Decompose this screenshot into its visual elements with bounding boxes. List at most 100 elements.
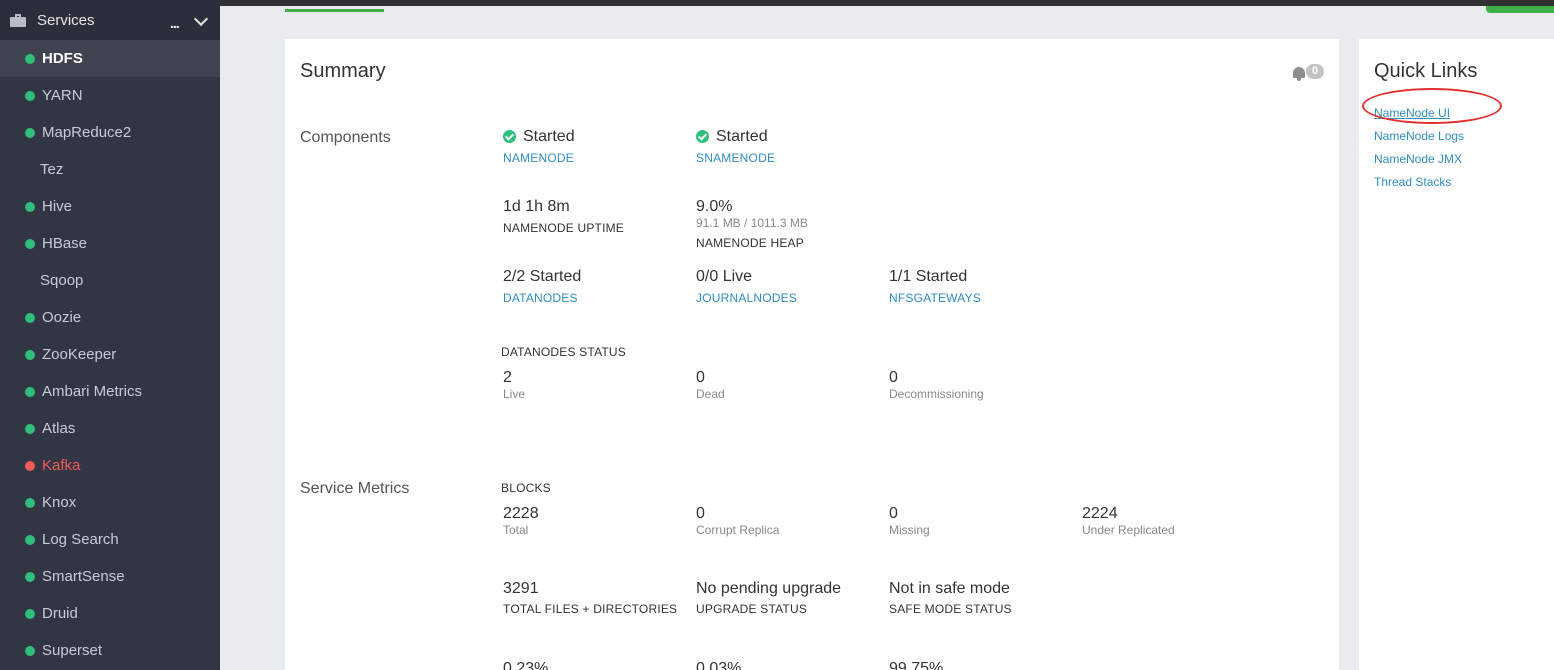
sidebar-item-druid[interactable]: Druid bbox=[0, 595, 220, 632]
namenode-status-text: Started bbox=[523, 128, 575, 145]
sidebar-item-label: Hive bbox=[42, 198, 73, 215]
status-dot-icon bbox=[25, 497, 35, 508]
status-dot-icon bbox=[25, 460, 35, 471]
sidebar-item-label: SmartSense bbox=[42, 568, 125, 585]
datanodes-link[interactable]: DATANODES bbox=[503, 291, 581, 305]
datanodes-live: 2 Live bbox=[503, 368, 525, 401]
alerts-bell[interactable]: 0 bbox=[1293, 64, 1325, 82]
live-label: Live bbox=[503, 387, 526, 401]
blocks-missing: 0 Missing bbox=[889, 504, 930, 537]
blocks-corrupt-value: 0 bbox=[696, 505, 705, 522]
sidebar-item-hbase[interactable]: HBase bbox=[0, 225, 220, 262]
blocks-missing-value: 0 bbox=[889, 505, 898, 522]
blocks-total-value: 2228 bbox=[503, 505, 539, 522]
components-label: Components bbox=[300, 129, 391, 146]
partial-metric-2: 0.03% bbox=[696, 660, 742, 670]
sidebar-item-ambari-metrics[interactable]: Ambari Metrics bbox=[0, 373, 220, 410]
safemode-value: Not in safe mode bbox=[889, 580, 1010, 597]
snamenode-status: Started SNAMENODE bbox=[696, 127, 775, 165]
sidebar-item-hive[interactable]: Hive bbox=[0, 188, 220, 225]
upgrade-status: No pending upgrade UPGRADE STATUS bbox=[696, 579, 841, 616]
safemode-label: SAFE MODE STATUS bbox=[889, 602, 1012, 616]
blocks-missing-label: Missing bbox=[889, 523, 930, 537]
nfsgateways-value: 1/1 Started bbox=[889, 268, 968, 285]
namenode-logs-link[interactable]: NameNode Logs bbox=[1374, 129, 1464, 143]
namenode-link[interactable]: NAMENODE bbox=[503, 151, 575, 165]
status-dot-icon bbox=[25, 349, 35, 360]
status-dot-icon bbox=[25, 386, 35, 397]
dead-value: 0 bbox=[696, 369, 705, 386]
status-dot-icon bbox=[25, 276, 35, 286]
files-value: 3291 bbox=[503, 580, 539, 597]
chevron-down-icon[interactable] bbox=[193, 11, 209, 27]
nfsgateways-link[interactable]: NFSGATEWAYS bbox=[889, 291, 981, 305]
files-label: TOTAL FILES + DIRECTORIES bbox=[503, 602, 678, 616]
nfsgateways-summary: 1/1 Started NFSGATEWAYS bbox=[889, 267, 981, 305]
sidebar-item-label: Oozie bbox=[42, 309, 82, 326]
sidebar-item-label: HDFS bbox=[42, 50, 83, 67]
namenode-status: Started NAMENODE bbox=[503, 127, 575, 165]
snamenode-link[interactable]: SNAMENODE bbox=[696, 151, 775, 165]
sidebar-item-tez[interactable]: Tez bbox=[0, 151, 220, 188]
datanodes-dead: 0 Dead bbox=[696, 368, 725, 401]
datanodes-value: 2/2 Started bbox=[503, 268, 582, 285]
sidebar-item-label: Ambari Metrics bbox=[42, 383, 143, 400]
status-dot-icon bbox=[25, 201, 35, 212]
safe-mode-status: Not in safe mode SAFE MODE STATUS bbox=[889, 579, 1012, 616]
status-dot-icon bbox=[25, 534, 35, 545]
sidebar-item-label: MapReduce2 bbox=[42, 124, 132, 141]
sidebar-item-label: ZooKeeper bbox=[42, 346, 117, 363]
namenode-heap: 9.0% 91.1 MB / 1011.3 MB NAMENODE HEAP bbox=[696, 197, 808, 250]
status-dot-icon bbox=[25, 238, 35, 249]
sidebar-item-label: HBase bbox=[42, 235, 88, 252]
blocks-total: 2228 Total bbox=[503, 504, 539, 537]
blocks-under-value: 2224 bbox=[1082, 505, 1118, 522]
sidebar-item-log-search[interactable]: Log Search bbox=[0, 521, 220, 558]
active-tab-indicator bbox=[285, 9, 384, 12]
quick-links-card: Quick Links NameNode UI NameNode Logs Na… bbox=[1359, 39, 1554, 670]
sidebar-item-kafka[interactable]: Kafka bbox=[0, 447, 220, 484]
status-dot-icon bbox=[25, 571, 35, 582]
alert-count-badge: 0 bbox=[1306, 64, 1324, 79]
journalnodes-link[interactable]: JOURNALNODES bbox=[696, 291, 797, 305]
datanodes-summary: 2/2 Started DATANODES bbox=[503, 267, 581, 305]
sidebar-item-label: Sqoop bbox=[40, 272, 84, 289]
check-circle-icon bbox=[696, 130, 709, 143]
services-sidebar: Services ... HDFS YARN MapReduce2 Tez Hive HB… bbox=[0, 0, 220, 670]
decommissioning-value: 0 bbox=[889, 369, 898, 386]
upgrade-value: No pending upgrade bbox=[696, 580, 842, 597]
uptime-label: NAMENODE UPTIME bbox=[503, 221, 625, 235]
snamenode-status-text: Started bbox=[716, 128, 768, 145]
sidebar-item-mapreduce2[interactable]: MapReduce2 bbox=[0, 114, 220, 151]
sidebar-item-label: Tez bbox=[40, 161, 64, 178]
blocks-header: BLOCKS bbox=[501, 481, 551, 495]
more-actions-icon[interactable]: ... bbox=[170, 15, 180, 31]
sidebar-item-atlas[interactable]: Atlas bbox=[0, 410, 220, 447]
blocks-total-label: Total bbox=[503, 523, 529, 537]
sidebar-item-label: Superset bbox=[42, 642, 103, 659]
heap-detail: 91.1 MB / 1011.3 MB bbox=[696, 216, 808, 230]
summary-title: Summary bbox=[300, 60, 386, 82]
sidebar-item-hdfs[interactable]: HDFS bbox=[0, 40, 220, 77]
sidebar-item-zookeeper[interactable]: ZooKeeper bbox=[0, 336, 220, 373]
sidebar-title: Services bbox=[37, 11, 95, 29]
status-dot-icon bbox=[25, 127, 35, 138]
thread-stacks-link[interactable]: Thread Stacks bbox=[1374, 175, 1451, 189]
sidebar-item-knox[interactable]: Knox bbox=[0, 484, 220, 521]
namenode-jmx-link[interactable]: NameNode JMX bbox=[1374, 152, 1462, 166]
sidebar-header[interactable]: Services ... bbox=[0, 0, 220, 40]
sidebar-item-smartsense[interactable]: SmartSense bbox=[0, 558, 220, 595]
datanodes-status-header: DATANODES STATUS bbox=[501, 345, 626, 359]
decommissioning-label: Decommissioning bbox=[889, 387, 984, 401]
actions-button-edge[interactable] bbox=[1486, 6, 1554, 13]
blocks-corrupt: 0 Corrupt Replica bbox=[696, 504, 779, 537]
top-bar bbox=[0, 0, 1554, 6]
sidebar-item-superset[interactable]: Superset bbox=[0, 632, 220, 669]
sidebar-item-sqoop[interactable]: Sqoop bbox=[0, 262, 220, 299]
sidebar-item-label: Knox bbox=[42, 494, 77, 511]
blocks-under-replicated: 2224 Under Replicated bbox=[1082, 504, 1175, 537]
heap-label: NAMENODE HEAP bbox=[696, 236, 804, 250]
status-dot-icon bbox=[25, 645, 35, 656]
sidebar-item-oozie[interactable]: Oozie bbox=[0, 299, 220, 336]
sidebar-item-yarn[interactable]: YARN bbox=[0, 77, 220, 114]
